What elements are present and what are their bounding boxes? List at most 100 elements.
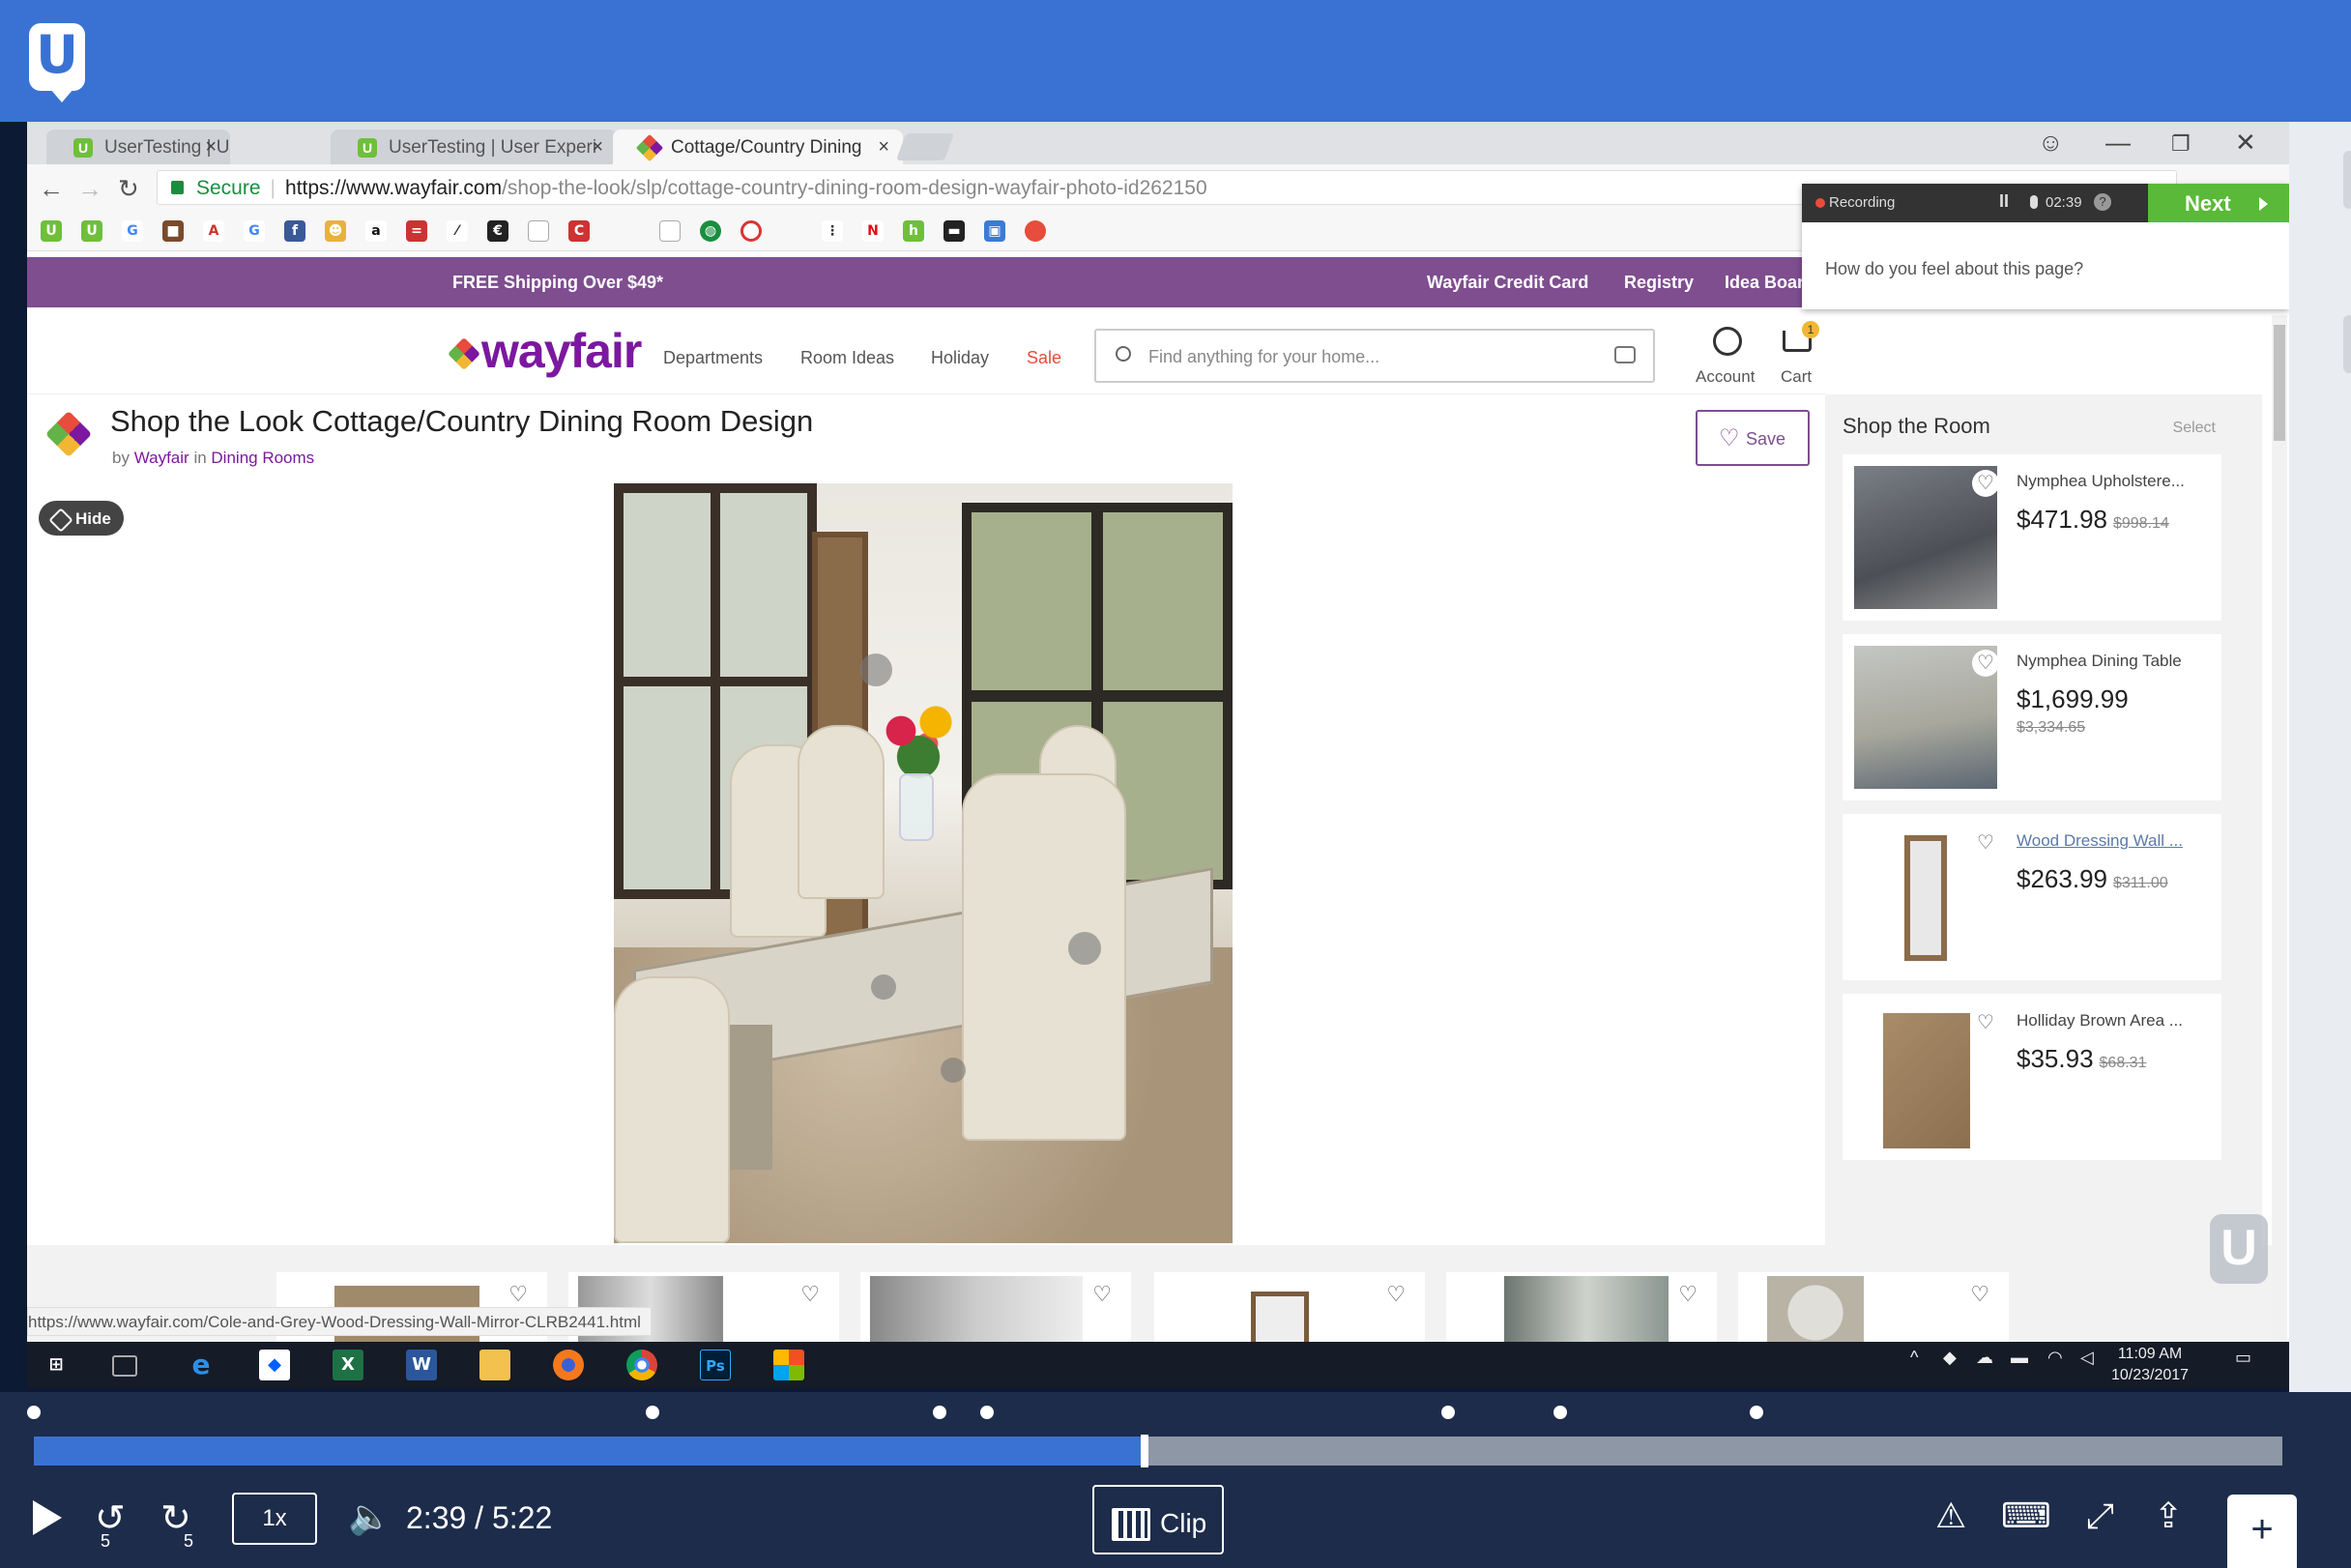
product-name[interactable]: Nymphea Upholstere... [2017, 472, 2185, 491]
look-thumbnail[interactable]: ♡ [1154, 1272, 1425, 1350]
system-clock[interactable]: 11:09 AM 10/23/2017 [2111, 1344, 2189, 1386]
edge-browser-icon[interactable]: e [186, 1350, 217, 1380]
browser-tab[interactable]: U UserTesting | User Experi × [331, 130, 617, 164]
reload-icon[interactable]: ↻ [118, 174, 139, 204]
product-tag-icon[interactable] [871, 974, 896, 1000]
clip-marker-dot[interactable] [645, 1406, 659, 1419]
heart-icon[interactable]: ♡ [1972, 650, 1999, 677]
windows-start-icon[interactable]: ⊞ [41, 1350, 72, 1380]
task-view-icon[interactable] [112, 1355, 137, 1377]
product-name[interactable]: Nymphea Dining Table [2017, 652, 2182, 671]
nav-holiday[interactable]: Holiday [931, 348, 989, 368]
forward-arrow-icon[interactable]: → [77, 174, 102, 204]
nav-room-ideas[interactable]: Room Ideas [800, 348, 894, 368]
tomato-bookmark-icon[interactable] [1025, 220, 1046, 242]
save-button[interactable]: Save [1696, 410, 1810, 466]
room-product-card[interactable]: ♡ Nymphea Dining Table $1,699.99 $3,334.… [1843, 634, 2221, 800]
registry-link[interactable]: Registry [1624, 273, 1694, 293]
video-viewport[interactable]: U UserTesting | User Experi × U UserTest… [0, 122, 2351, 1392]
search-input[interactable]: Find anything for your home... [1094, 329, 1655, 383]
nav-departments[interactable]: Departments [663, 348, 763, 368]
restore-button[interactable]: ❐ [2171, 131, 2191, 157]
back-arrow-icon[interactable]: ← [39, 174, 64, 204]
next-task-button[interactable]: Next [2148, 184, 2289, 222]
camera-icon[interactable] [1614, 346, 1636, 363]
tray-chevron-icon[interactable]: ^ [1910, 1348, 1918, 1368]
keyboard-icon[interactable]: ⌨ [2001, 1496, 2051, 1536]
hide-tags-button[interactable]: Hide [39, 501, 124, 536]
clip-marker-dot[interactable] [933, 1406, 947, 1419]
minimize-button[interactable]: — [2105, 128, 2131, 158]
clip-marker-dot[interactable] [1441, 1406, 1456, 1419]
product-tag-icon[interactable] [941, 1058, 966, 1083]
room-product-card[interactable]: ♡ Nymphea Upholstere... $471.98 $998.14 [1843, 454, 2221, 621]
cloud-tray-icon[interactable]: ☁ [1976, 1348, 1993, 1368]
clip-marker-dot[interactable] [27, 1406, 41, 1419]
heart-icon[interactable]: ♡ [1972, 470, 1999, 497]
photoshop-icon[interactable]: Ps [700, 1350, 731, 1380]
notifications-icon[interactable]: ▭ [2235, 1348, 2251, 1368]
new-tab-button[interactable] [895, 133, 955, 160]
battery-tray-icon[interactable]: ▬ [2011, 1348, 2028, 1368]
wifi-tray-icon[interactable]: ◠ [2047, 1348, 2063, 1368]
warning-icon[interactable]: ⚠ [1935, 1496, 1966, 1536]
dropbox-icon[interactable]: ◆ [259, 1350, 290, 1380]
target-bookmark-icon[interactable] [740, 220, 762, 242]
progress-handle[interactable] [1141, 1435, 1149, 1467]
fullscreen-icon[interactable]: ⤢ [2086, 1496, 2114, 1537]
account-icon[interactable] [1713, 327, 1742, 356]
nav-sale[interactable]: Sale [1027, 348, 1061, 368]
share-icon[interactable]: ⇪ [2154, 1496, 2183, 1536]
browser-tab-active[interactable]: Cottage/Country Dining × [613, 130, 903, 164]
look-thumbnail[interactable]: ♡ [1446, 1272, 1717, 1350]
excel-icon[interactable]: X [333, 1350, 363, 1380]
google-bookmark-icon[interactable]: G [122, 220, 143, 242]
amazon-bookmark-icon[interactable]: a [365, 220, 387, 242]
h-bookmark-icon[interactable]: h [903, 220, 924, 242]
c-bookmark-icon[interactable]: C [568, 220, 590, 242]
scrollbar-thumb[interactable] [2274, 325, 2285, 441]
store-icon[interactable] [773, 1350, 804, 1380]
document-bookmark-icon[interactable] [528, 220, 549, 242]
category-link[interactable]: Dining Rooms [211, 449, 314, 467]
clip-marker-dot[interactable] [1749, 1406, 1763, 1419]
usertesting-bookmark-icon[interactable]: U [41, 220, 62, 242]
heart-icon[interactable]: ♡ [1092, 1282, 1112, 1307]
heart-icon[interactable]: ♡ [1386, 1282, 1406, 1307]
credit-card-link[interactable]: Wayfair Credit Card [1427, 273, 1588, 293]
room-select-link[interactable]: Select [2173, 420, 2216, 437]
briefcase-bookmark-icon[interactable]: ■ [162, 220, 184, 242]
page-scrollbar[interactable] [2272, 315, 2287, 1379]
wayfair-logo[interactable]: wayfair [481, 323, 642, 379]
side-panel-tab[interactable] [2343, 315, 2351, 373]
playback-speed-button[interactable]: 1x [232, 1493, 317, 1545]
look-thumbnail[interactable]: ♡ [1738, 1272, 2009, 1350]
dropbox-tray-icon[interactable]: ◆ [1943, 1348, 1957, 1368]
e-bookmark-icon[interactable]: € [487, 220, 508, 242]
clip-button[interactable]: Clip [1092, 1485, 1224, 1554]
adobe-bookmark-icon[interactable]: A [203, 220, 224, 242]
room-product-card[interactable]: ♡ Wood Dressing Wall ... $263.99 $311.00 [1843, 814, 2221, 980]
cart-label[interactable]: Cart [1781, 367, 1812, 387]
video-progress-bar[interactable] [34, 1435, 2282, 1467]
user-circle-icon[interactable]: ☺ [2038, 128, 2064, 158]
help-icon[interactable]: ? [2094, 193, 2111, 211]
smiley-bookmark-icon[interactable]: ☻ [325, 220, 346, 242]
close-tab-icon[interactable]: × [205, 136, 217, 159]
clip-marker-dot[interactable] [980, 1406, 995, 1419]
volume-icon[interactable]: 🔈 [348, 1496, 392, 1537]
clip-marker-dot[interactable] [1553, 1406, 1568, 1419]
spotify-bookmark-icon[interactable]: ◍ [700, 220, 721, 242]
account-label[interactable]: Account [1696, 367, 1755, 387]
author-link[interactable]: Wayfair [134, 449, 189, 467]
heart-icon[interactable]: ♡ [1970, 1282, 1989, 1307]
facebook-bookmark-icon[interactable]: f [284, 220, 305, 242]
google-bookmark-icon[interactable]: G [244, 220, 265, 242]
word-icon[interactable]: W [406, 1350, 437, 1380]
close-tab-icon[interactable]: × [592, 136, 603, 159]
document-bookmark-icon[interactable] [659, 220, 681, 242]
close-window-button[interactable]: ✕ [2235, 128, 2256, 158]
chrome-icon[interactable] [626, 1350, 657, 1380]
image-bookmark-icon[interactable]: ▣ [984, 220, 1005, 242]
product-tag-icon[interactable] [859, 653, 892, 686]
